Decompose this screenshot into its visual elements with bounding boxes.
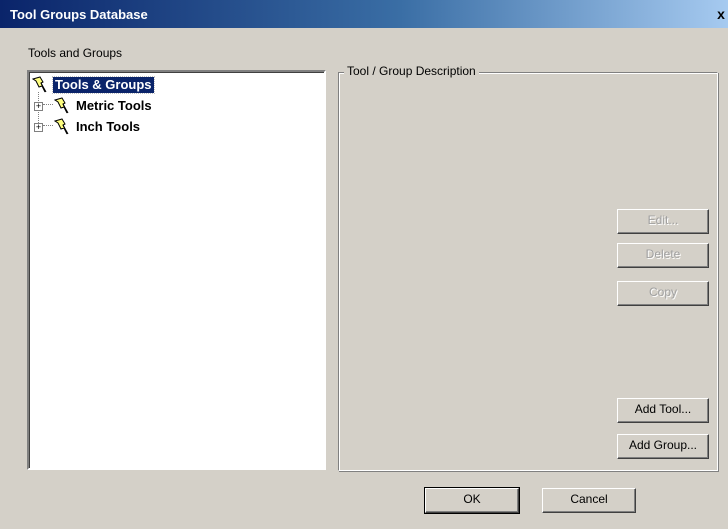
tree-node-inch-tools[interactable]: + Inch Tools [33,118,233,136]
tree-node-label: Inch Tools [76,119,141,134]
delete-button[interactable]: Delete [617,243,709,268]
expand-toggle[interactable]: + [34,123,43,132]
cancel-button[interactable]: Cancel [542,488,636,513]
description-groupbox-legend: Tool / Group Description [344,64,479,78]
tree-node-metric-tools[interactable]: + Metric Tools [33,97,233,115]
pushpin-group-icon [31,76,47,93]
add-group-button[interactable]: Add Group... [617,434,709,459]
tree-node-label: Tools & Groups [52,76,155,94]
ok-button[interactable]: OK [424,487,520,514]
edit-button[interactable]: Edit... [617,209,709,234]
close-button[interactable]: x [714,6,728,22]
pushpin-group-icon [53,118,69,135]
copy-button[interactable]: Copy [617,281,709,306]
window-title: Tool Groups Database [10,7,148,22]
tree-node-tools-groups[interactable]: Tools & Groups [31,76,231,94]
expand-toggle[interactable]: + [34,102,43,111]
tree-node-label: Metric Tools [76,98,152,113]
add-tool-button[interactable]: Add Tool... [617,398,709,423]
tree-panel-label: Tools and Groups [28,46,123,60]
title-bar: Tool Groups Database x [0,0,728,28]
pushpin-group-icon [53,97,69,114]
tools-groups-tree[interactable]: Tools & Groups + Metric Tools + Inch Too… [27,70,326,470]
